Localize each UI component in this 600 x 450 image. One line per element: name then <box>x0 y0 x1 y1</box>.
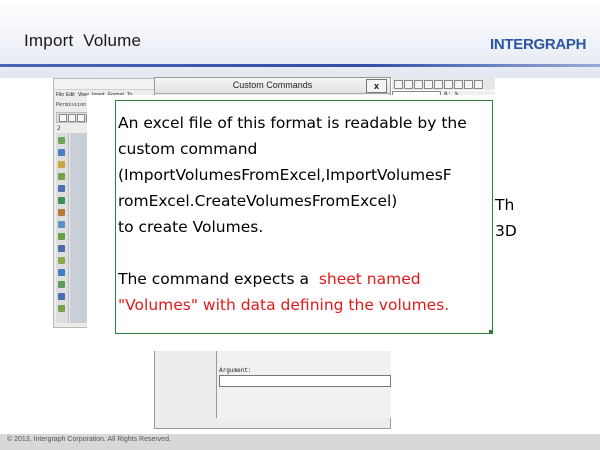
toolbar-icon[interactable] <box>434 80 443 89</box>
menu-edit[interactable]: Edit <box>66 92 75 98</box>
menu-file[interactable]: File <box>56 92 64 98</box>
toolbar-icon[interactable] <box>424 80 433 89</box>
app-titlebar <box>54 79 157 90</box>
callout-highlight: sheet named <box>318 270 421 288</box>
slide-title: Import Volume <box>24 31 142 50</box>
argument-label: Argument: <box>219 367 252 374</box>
side-text-line: 3D <box>495 222 517 240</box>
argument-input[interactable] <box>219 375 391 387</box>
toolbar-icon[interactable] <box>59 114 67 122</box>
toolbar-icon[interactable] <box>414 80 423 89</box>
dialog-title: Custom Commands <box>155 78 390 94</box>
palette-icon[interactable] <box>58 233 65 240</box>
palette-icon[interactable] <box>58 269 65 276</box>
app-tool-palette <box>56 133 69 323</box>
palette-icon[interactable] <box>58 137 65 144</box>
toolbar-icon[interactable] <box>68 114 76 122</box>
toolbar-icon[interactable] <box>444 80 453 89</box>
side-text-line: Th <box>495 196 515 214</box>
callout-line: The command expects a <box>118 270 319 288</box>
palette-icon[interactable] <box>58 185 65 192</box>
palette-icon[interactable] <box>58 173 65 180</box>
palette-icon[interactable] <box>58 149 65 156</box>
logo-text: INTERGRAPH <box>490 36 587 53</box>
toolbar-icon[interactable] <box>394 80 403 89</box>
callout-line: An excel file of this format is readable… <box>118 114 467 132</box>
callout-resize-handle <box>489 330 493 334</box>
partial-side-text: Th 3D <box>495 192 517 244</box>
callout-line: romExcel.CreateVolumesFromExcel) <box>118 192 398 210</box>
palette-icon[interactable] <box>58 245 65 252</box>
callout-text: An excel file of this format is readable… <box>118 110 498 318</box>
toolbar-icon[interactable] <box>474 80 483 89</box>
callout-line: to create Volumes. <box>118 218 264 236</box>
slide-footer: © 2013, Intergraph Corporation. All Righ… <box>0 434 600 450</box>
right-toolbar <box>392 78 495 90</box>
toolbar-icon[interactable] <box>454 80 463 89</box>
header-divider <box>0 64 600 67</box>
palette-icon[interactable] <box>58 221 65 228</box>
palette-icon[interactable] <box>58 209 65 216</box>
palette-icon[interactable] <box>58 281 65 288</box>
palette-icon[interactable] <box>58 197 65 204</box>
intergraph-logo: INTERGRAPH <box>490 34 594 56</box>
callout-line: (ImportVolumesFromExcel,ImportVolumesF <box>118 166 452 184</box>
app-row-number: 2 <box>57 125 61 132</box>
palette-icon[interactable] <box>58 161 65 168</box>
callout-highlight: "Volumes" with data defining the volumes… <box>118 296 450 314</box>
toolbar-icon[interactable] <box>464 80 473 89</box>
copyright-text: © 2013, Intergraph Corporation. All Righ… <box>7 436 171 443</box>
dialog-close-button[interactable]: x <box>366 79 387 93</box>
palette-icon[interactable] <box>58 293 65 300</box>
toolbar-icon[interactable] <box>77 114 85 122</box>
callout-line: custom command <box>118 140 258 158</box>
palette-icon[interactable] <box>58 305 65 312</box>
palette-icon[interactable] <box>58 257 65 264</box>
toolbar-icon[interactable] <box>404 80 413 89</box>
